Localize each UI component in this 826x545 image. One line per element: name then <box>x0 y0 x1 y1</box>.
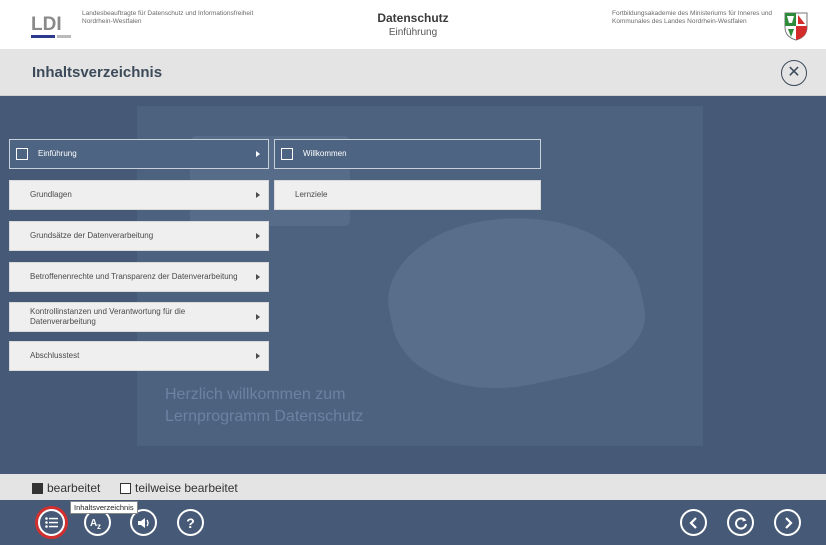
course-subtitle: Einführung <box>388 27 438 38</box>
chevron-right-icon <box>256 314 260 320</box>
toc-tooltip: Inhaltsverzeichnis <box>70 501 138 514</box>
speaker-icon <box>137 517 149 528</box>
close-button[interactable]: ✕ <box>781 60 807 86</box>
legend-done: bearbeitet <box>32 481 100 495</box>
chapter-item-grundsaetze[interactable]: Grundsätze der Datenverarbeitung <box>9 221 269 251</box>
chapter-label: Grundlagen <box>30 190 72 199</box>
chevron-right-icon <box>256 353 260 359</box>
az-icon: A z <box>90 518 101 530</box>
chapter-item-betroffenenrechte[interactable]: Betroffenenrechte und Transparenz der Da… <box>9 262 269 292</box>
chapter-item-abschlusstest[interactable]: Abschlusstest <box>9 341 269 371</box>
legend-partial: teilweise bearbeitet <box>120 481 238 495</box>
svg-text:LDI: LDI <box>31 14 62 35</box>
chapter-label: Grundsätze der Datenverarbeitung <box>30 231 154 240</box>
toc-titlebar: Inhaltsverzeichnis ✕ <box>0 50 826 96</box>
chapter-label: Kontrollinstanzen und Verantwortung für … <box>30 307 186 326</box>
legend-partial-label: teilweise bearbeitet <box>135 481 238 495</box>
chevron-right-icon <box>784 516 793 529</box>
chapter-item-kontrollinstanzen[interactable]: Kontrollinstanzen und Verantwortung für … <box>9 302 269 332</box>
page-label: Lernziele <box>295 190 328 199</box>
chapter-item-einfuehrung[interactable]: Einführung <box>9 139 269 169</box>
ldi-logo: LDI <box>31 14 71 38</box>
legend-done-label: bearbeitet <box>47 481 101 495</box>
chapter-label: Abschlusstest <box>30 351 80 360</box>
chapter-label: Betroffenenrechte und Transparenz der Da… <box>30 272 238 281</box>
app-window: LDI Landesbeauftragte für Datenschutz un… <box>0 0 826 545</box>
svg-text:z: z <box>97 522 101 530</box>
course-title: Datenschutz <box>377 11 449 25</box>
page-item-lernziele[interactable]: Lernziele <box>274 180 541 210</box>
help-button[interactable]: ? <box>177 509 204 536</box>
list-icon <box>45 517 58 528</box>
header: LDI Landesbeauftragte für Datenschutz un… <box>0 0 826 50</box>
help-icon: ? <box>186 514 195 531</box>
ldi-description: Landesbeauftragte für Datenschutz und In… <box>82 10 254 25</box>
toc-button[interactable] <box>38 509 65 536</box>
chevron-right-icon <box>256 151 260 157</box>
empty-square-icon <box>120 482 131 494</box>
page-title: Inhaltsverzeichnis <box>32 64 163 81</box>
toc-panel: Herzlich willkommen zum Lernprogramm Dat… <box>0 96 826 474</box>
page-item-willkommen[interactable]: Willkommen <box>274 139 541 169</box>
chevron-right-icon <box>256 274 260 280</box>
fba-description: Fortbildungsakademie des Ministeriums fü… <box>612 10 773 25</box>
course-header: Datenschutz Einführung <box>300 11 526 39</box>
tagline-line2: Lernprogramm Datenschutz <box>165 408 364 425</box>
tagline-line1: Herzlich willkommen zum <box>165 386 346 403</box>
chevron-right-icon <box>256 192 260 198</box>
progress-legend: bearbeitet teilweise bearbeitet <box>0 474 826 500</box>
reload-icon <box>734 517 747 530</box>
nrw-crest-icon <box>784 12 808 41</box>
chapter-label: Einführung <box>38 149 77 158</box>
next-button[interactable] <box>774 509 801 536</box>
reload-button[interactable] <box>727 509 754 536</box>
chevron-left-icon <box>688 516 697 529</box>
page-label: Willkommen <box>303 149 347 158</box>
background-tagline: Herzlich willkommen zum Lernprogramm Dat… <box>165 384 363 428</box>
progress-checkbox <box>281 148 293 160</box>
chapter-item-grundlagen[interactable]: Grundlagen <box>9 180 269 210</box>
progress-checkbox <box>16 148 28 160</box>
chevron-right-icon <box>256 233 260 239</box>
back-button[interactable] <box>680 509 707 536</box>
close-icon: ✕ <box>787 64 801 81</box>
filled-square-icon <box>32 482 43 494</box>
